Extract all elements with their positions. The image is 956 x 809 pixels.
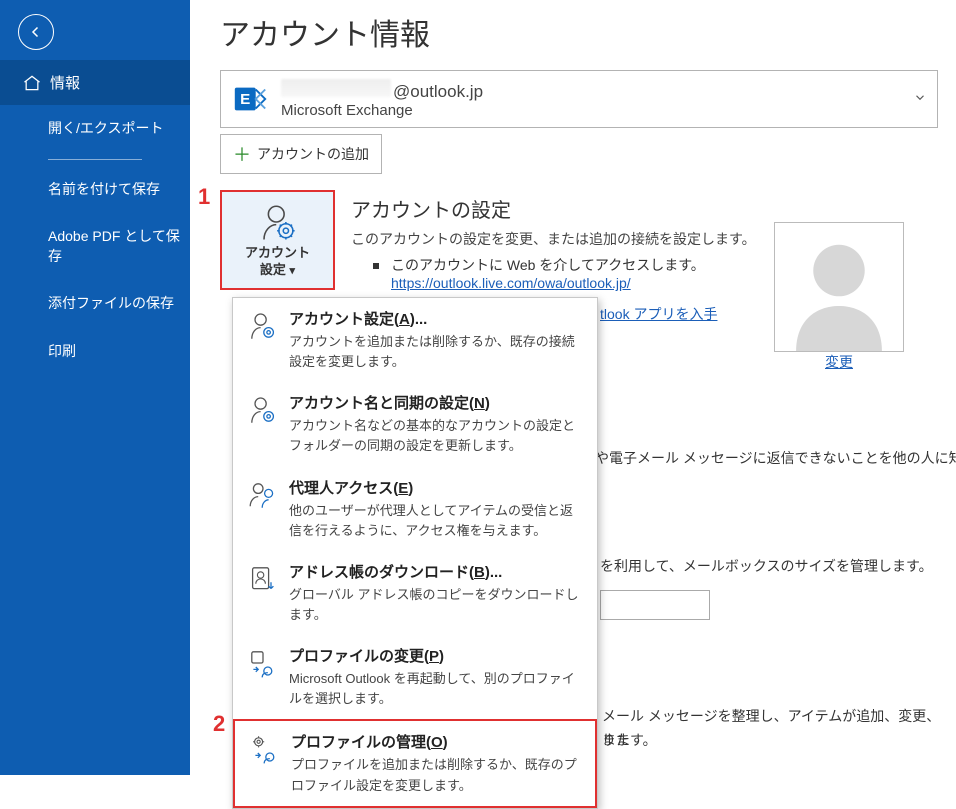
- menu-item-change-profile[interactable]: プロファイルの変更(P) Microsoft Outlook を再起動して、別の…: [233, 635, 597, 719]
- plus-icon: ＋: [233, 141, 251, 167]
- menu-item-title: アドレス帳のダウンロード(B)...: [289, 561, 583, 582]
- profile-switch-icon: [247, 647, 283, 682]
- bullet-icon: [373, 263, 379, 269]
- redacted-text: [281, 79, 391, 97]
- menu-item-title: プロファイルの変更(P): [289, 645, 583, 666]
- sidebar-divider: [48, 159, 142, 160]
- person-gear-icon: [247, 394, 283, 429]
- menu-item-title: 代理人アクセス(E): [289, 477, 583, 498]
- menu-item-title: アカウント設定(A)...: [289, 308, 583, 329]
- sidebar-item-label: 情報: [50, 72, 80, 93]
- sidebar-item-save-as[interactable]: 名前を付けて保存: [0, 166, 190, 214]
- sidebar-item-save-pdf[interactable]: Adobe PDF として保存: [0, 213, 190, 280]
- person-gear-icon: [257, 201, 299, 243]
- account-service: Microsoft Exchange: [281, 102, 483, 119]
- sidebar-item-open-export[interactable]: 開く/エクスポート: [0, 105, 190, 153]
- back-button[interactable]: [18, 14, 54, 50]
- annotation-2: 2: [213, 711, 225, 737]
- sidebar-item-label: Adobe PDF として保存: [48, 228, 180, 264]
- account-settings-button[interactable]: アカウント 設定 ▾: [220, 190, 335, 290]
- profile-manage-icon: [249, 733, 285, 768]
- menu-item-desc: アカウント名などの基本的なアカウントの設定とフォルダーの同期の設定を更新します。: [289, 416, 583, 456]
- menu-item-title: アカウント名と同期の設定(N): [289, 392, 583, 413]
- profile-photo-block: 変更: [774, 222, 904, 372]
- sidebar-item-label: 名前を付けて保存: [48, 181, 160, 197]
- add-account-label: アカウントの追加: [257, 144, 369, 164]
- sidebar-item-label: 印刷: [48, 343, 76, 359]
- get-app-link-fragment[interactable]: tlook アプリを入手: [600, 306, 717, 322]
- profile-photo: [774, 222, 904, 352]
- svg-text:E: E: [240, 91, 250, 108]
- account-selector[interactable]: E @outlook.jp Microsoft Exchange: [220, 70, 938, 128]
- change-photo-link[interactable]: 変更: [825, 354, 853, 370]
- bullet-text: このアカウントに Web を介してアクセスします。: [391, 255, 705, 275]
- menu-item-desc: プロファイルを追加または削除するか、既存のプロファイル設定を変更します。: [291, 755, 581, 795]
- add-account-button[interactable]: ＋ アカウントの追加: [220, 134, 382, 174]
- home-icon: [22, 73, 42, 93]
- menu-item-desc: グローバル アドレス帳のコピーをダウンロードします。: [289, 585, 583, 625]
- sidebar-item-label: 添付ファイルの保存: [48, 295, 174, 311]
- menu-item-delegate-access[interactable]: 代理人アクセス(E) 他のユーザーが代理人としてアイテムの受信と返信を行えるよう…: [233, 467, 597, 551]
- menu-item-manage-profiles[interactable]: 2 プロファイルの管理(O) プロファイルを追加または削除するか、既存のプロファ…: [233, 719, 597, 807]
- bg-autoreply-peek: や電子メール メッセージに返信できないことを他の人に知: [595, 447, 956, 471]
- backstage-sidebar: 情報 開く/エクスポート 名前を付けて保存 Adobe PDF として保存 添付…: [0, 0, 190, 775]
- address-book-download-icon: [247, 563, 283, 598]
- sidebar-item-print[interactable]: 印刷: [0, 328, 190, 376]
- sidebar-item-label: 開く/エクスポート: [48, 120, 163, 136]
- person-silhouette-icon: [784, 233, 894, 351]
- owa-link[interactable]: https://outlook.live.com/owa/outlook.jp/: [391, 275, 631, 291]
- sidebar-item-info[interactable]: 情報: [0, 60, 190, 105]
- annotation-1: 1: [198, 184, 210, 210]
- person-gear-icon: [247, 310, 283, 345]
- chevron-down-icon: ▾: [290, 265, 296, 277]
- exchange-icon: E: [231, 80, 269, 118]
- people-icon: [247, 479, 283, 514]
- section-title: アカウントの設定: [351, 194, 938, 223]
- menu-item-desc: Microsoft Outlook を再起動して、別のプロファイルを選択します。: [289, 669, 583, 709]
- mailbox-size-field[interactable]: [600, 590, 710, 620]
- menu-item-desc: アカウントを追加または削除するか、既存の接続設定を変更します。: [289, 332, 583, 372]
- menu-item-download-address-book[interactable]: アドレス帳のダウンロード(B)... グローバル アドレス帳のコピーをダウンロー…: [233, 551, 597, 635]
- account-email: @outlook.jp: [281, 79, 483, 102]
- bg-rules-peek2: ります。: [602, 729, 942, 753]
- sidebar-item-save-attachments[interactable]: 添付ファイルの保存: [0, 280, 190, 328]
- chevron-down-icon: [913, 91, 927, 108]
- menu-item-account-settings[interactable]: アカウント設定(A)... アカウントを追加または削除するか、既存の接続設定を変…: [233, 298, 597, 382]
- page-title: アカウント情報: [220, 10, 938, 54]
- arrow-left-icon: [27, 23, 45, 41]
- account-settings-menu: アカウント設定(A)... アカウントを追加または削除するか、既存の接続設定を変…: [232, 297, 598, 809]
- button-label: アカウント 設定 ▾: [245, 245, 310, 279]
- bg-mailbox-peek: を利用して、メールボックスのサイズを管理します。: [600, 555, 940, 579]
- menu-item-title: プロファイルの管理(O): [291, 731, 581, 752]
- menu-item-account-name-sync[interactable]: アカウント名と同期の設定(N) アカウント名などの基本的なアカウントの設定とフォ…: [233, 382, 597, 466]
- menu-item-desc: 他のユーザーが代理人としてアイテムの受信と返信を行えるように、アクセス権を与えま…: [289, 501, 583, 541]
